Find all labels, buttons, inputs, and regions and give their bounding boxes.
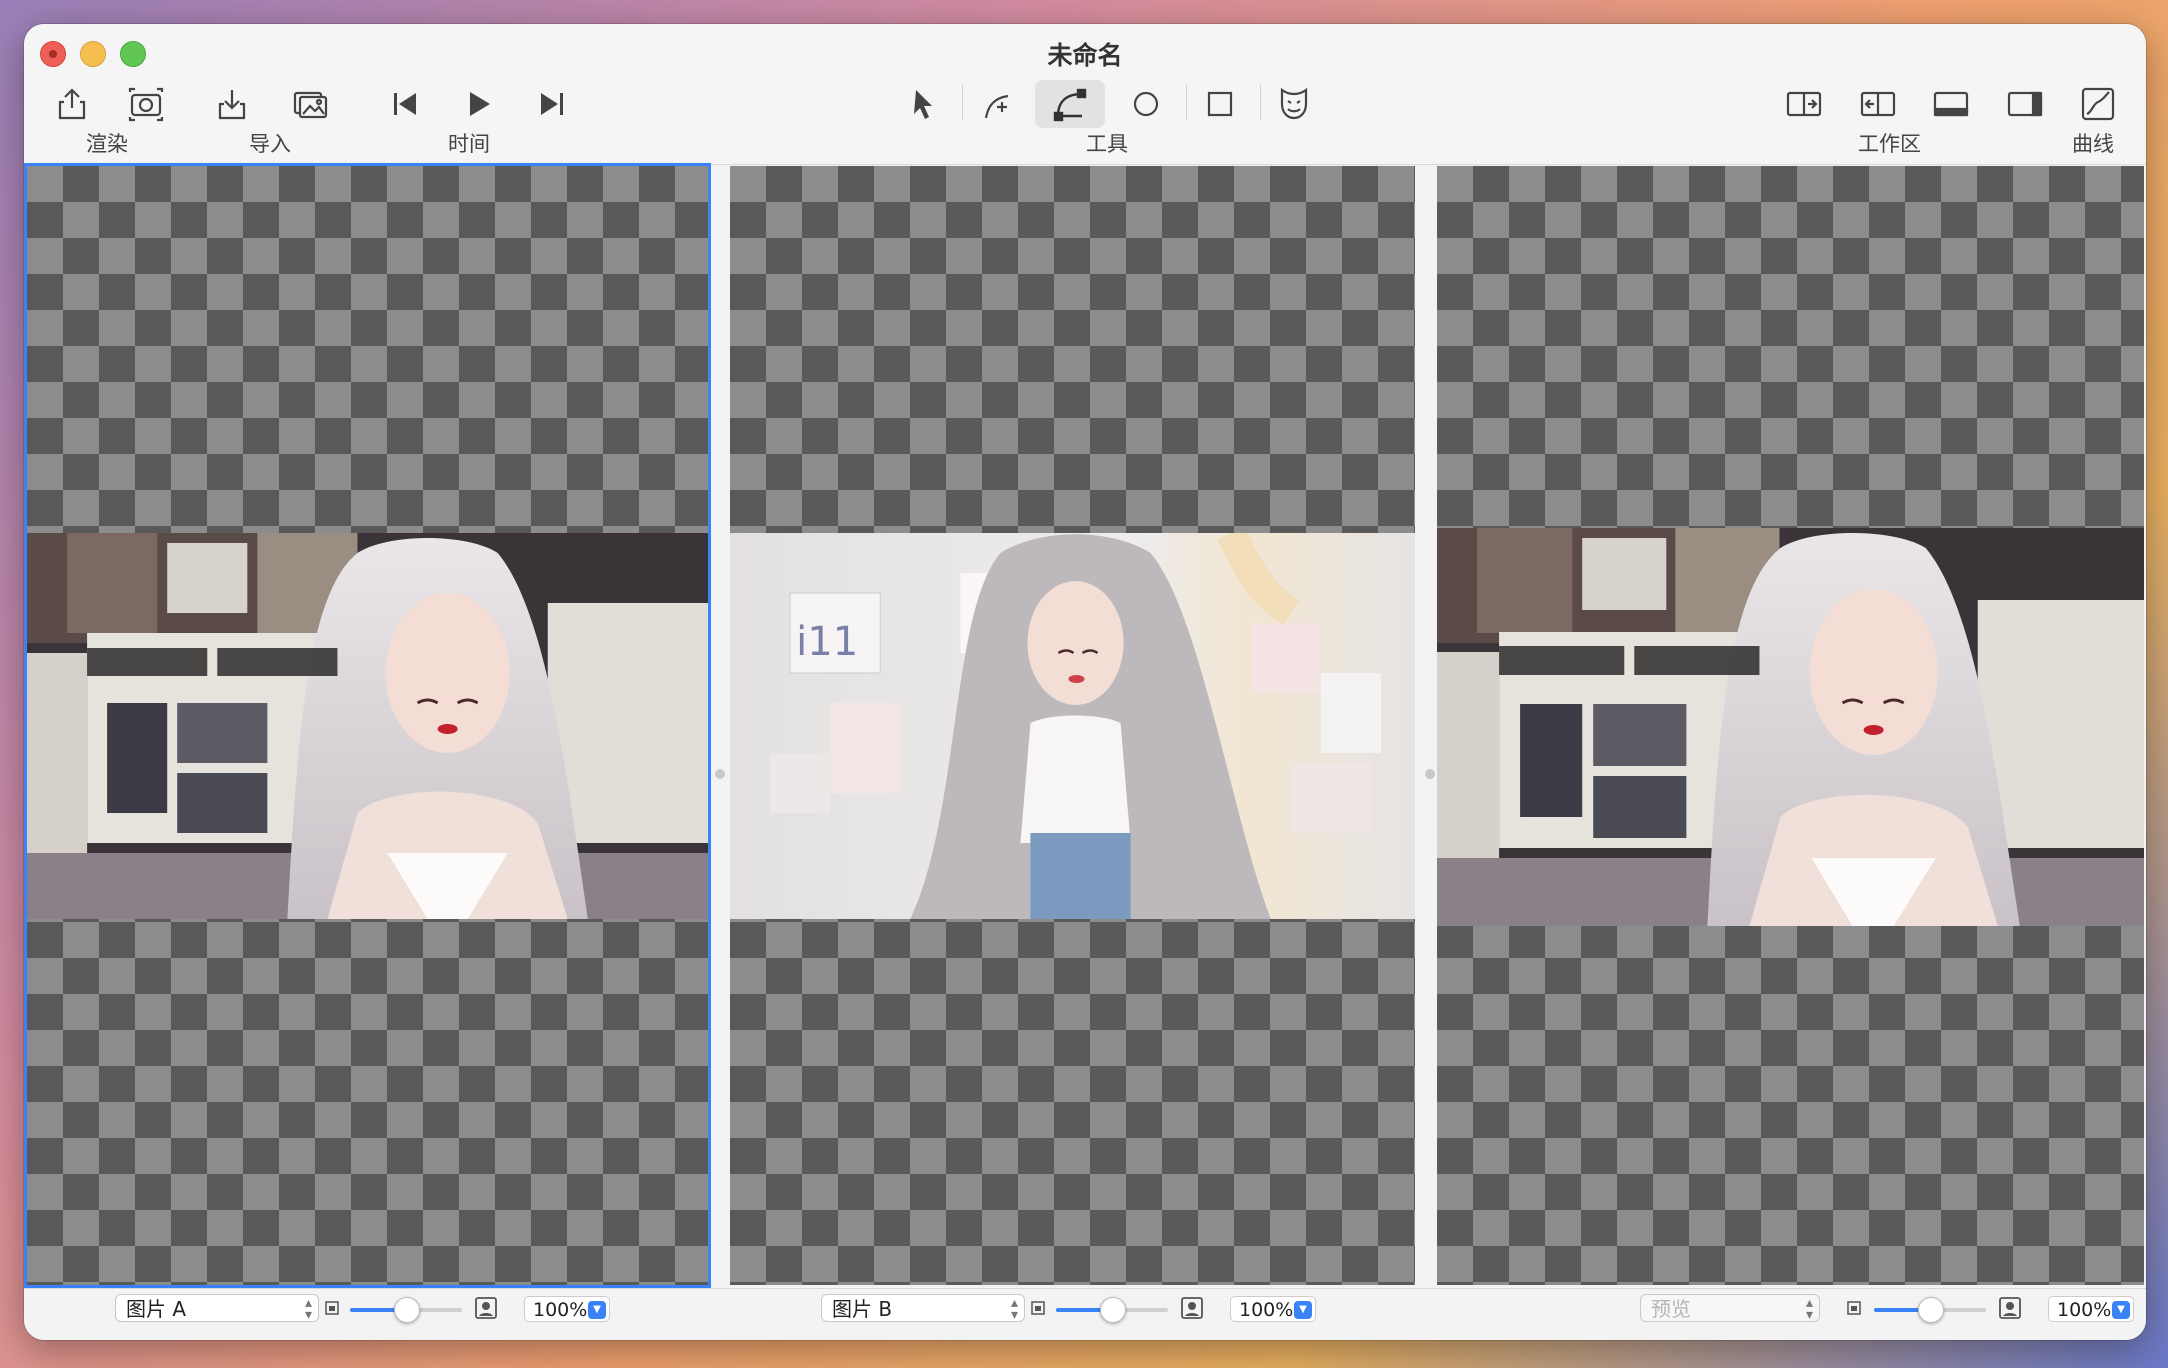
panel-divider[interactable] <box>1425 769 1435 779</box>
preview-canvas[interactable] <box>1437 166 2144 1285</box>
zoom-field[interactable]: 100% ▼ <box>1230 1296 1316 1322</box>
zoom-in-icon[interactable] <box>474 1296 498 1320</box>
preview-source-popup: 预览 ▴ ▾ <box>1640 1294 1820 1322</box>
pen-add-icon[interactable] <box>974 80 1022 128</box>
skip-forward-icon[interactable] <box>528 80 576 128</box>
bottom-panel-icon[interactable] <box>1927 80 1975 128</box>
import-group-label: 导入 <box>249 132 291 156</box>
status-bar <box>24 1288 2146 1340</box>
image-icon[interactable] <box>286 80 334 128</box>
chevron-down-icon[interactable]: ▼ <box>2112 1301 2130 1319</box>
stepper-icon: ▴ ▾ <box>304 1295 312 1323</box>
tool-separator <box>1186 84 1187 120</box>
tools-group-label: 工具 <box>1086 132 1128 156</box>
stepper-icon: ▴ ▾ <box>1805 1295 1813 1323</box>
panel-divider[interactable] <box>715 769 725 779</box>
zoom-field[interactable]: 100% ▼ <box>2048 1296 2134 1322</box>
image-b-photo: i11 <box>730 533 1415 919</box>
render-group-label: 渲染 <box>86 132 128 156</box>
zoom-slider[interactable] <box>1056 1297 1168 1323</box>
preview-photo <box>1437 528 2144 926</box>
svg-text:i11: i11 <box>796 619 858 665</box>
zoom-field[interactable]: 100% ▼ <box>524 1296 610 1322</box>
workspace-group-label: 工作区 <box>1858 132 1921 156</box>
zoom-value: 100% <box>533 1299 588 1321</box>
slider-knob[interactable] <box>394 1297 420 1323</box>
curve-icon[interactable] <box>2074 80 2122 128</box>
split-right-icon[interactable] <box>1780 80 1828 128</box>
popup-label: 图片 A <box>126 1297 187 1321</box>
pointer-icon[interactable] <box>899 80 947 128</box>
zoom-out-icon[interactable] <box>1846 1300 1862 1316</box>
app-window: 未命名 渲染 导入 时间 工具 工作区 曲线 i11 图片 A ▴ ▾ 100%… <box>24 24 2146 1340</box>
stepper-icon: ▴ ▾ <box>1010 1295 1018 1323</box>
play-icon[interactable] <box>454 80 502 128</box>
zoom-value: 100% <box>1239 1299 1294 1321</box>
zoom-out-icon[interactable] <box>324 1300 340 1316</box>
image-a-photo <box>27 533 708 919</box>
share-icon[interactable] <box>48 80 96 128</box>
zoom-slider[interactable] <box>350 1297 462 1323</box>
image-a-source-popup[interactable]: 图片 A ▴ ▾ <box>115 1294 319 1322</box>
curves-group-label: 曲线 <box>2072 132 2114 156</box>
window-title: 未命名 <box>1047 41 1123 70</box>
zoom-value: 100% <box>2057 1299 2112 1321</box>
right-panel-icon[interactable] <box>2001 80 2049 128</box>
circle-icon[interactable] <box>1122 80 1170 128</box>
popup-label: 预览 <box>1651 1297 1691 1321</box>
camera-icon[interactable] <box>122 80 170 128</box>
toolbar: 未命名 渲染 导入 时间 工具 工作区 曲线 <box>24 24 2146 165</box>
slider-knob[interactable] <box>1100 1297 1126 1323</box>
split-left-icon[interactable] <box>1854 80 1902 128</box>
image-b-canvas[interactable]: i11 <box>730 166 1415 1285</box>
slider-knob[interactable] <box>1918 1297 1944 1323</box>
image-a-canvas[interactable] <box>27 166 708 1285</box>
zoom-out-icon[interactable] <box>1030 1300 1046 1316</box>
popup-label: 图片 B <box>832 1297 893 1321</box>
tool-separator <box>962 84 963 120</box>
zoom-in-icon[interactable] <box>1998 1296 2022 1320</box>
import-icon[interactable] <box>208 80 256 128</box>
zoom-slider[interactable] <box>1874 1297 1986 1323</box>
square-icon[interactable] <box>1196 80 1244 128</box>
face-icon[interactable] <box>1270 80 1318 128</box>
chevron-down-icon[interactable]: ▼ <box>588 1301 606 1319</box>
bezier-icon[interactable] <box>1035 80 1105 128</box>
time-group-label: 时间 <box>448 132 490 156</box>
image-b-source-popup[interactable]: 图片 B ▴ ▾ <box>821 1294 1025 1322</box>
chevron-down-icon[interactable]: ▼ <box>1294 1301 1312 1319</box>
skip-back-icon[interactable] <box>381 80 429 128</box>
zoom-in-icon[interactable] <box>1180 1296 1204 1320</box>
tool-separator <box>1260 84 1261 120</box>
